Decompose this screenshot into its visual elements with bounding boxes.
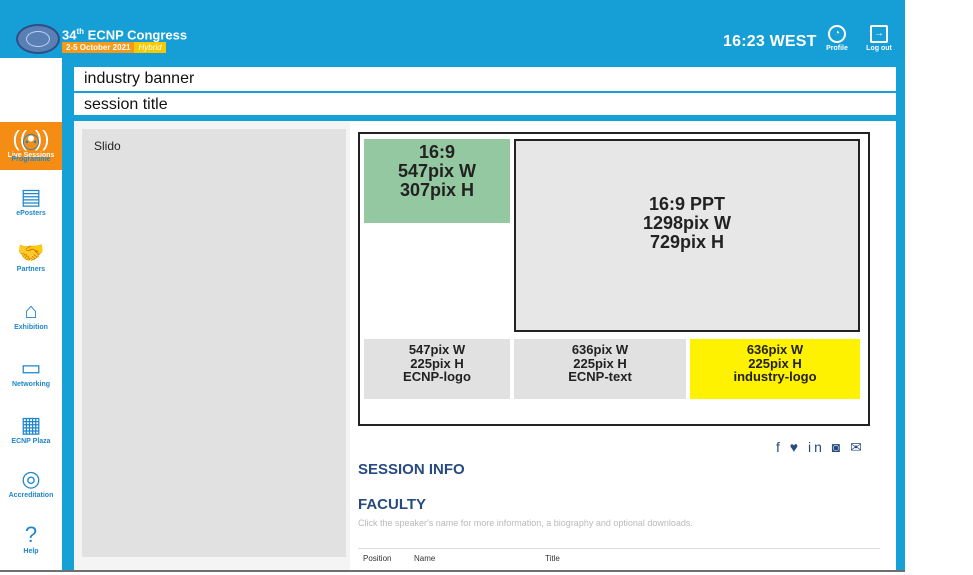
congress-suffix: th [76,27,85,36]
industry-banner-text: industry banner [84,70,195,87]
linkedin-icon[interactable]: in [808,439,825,455]
ecnp-text-width: 636pix W [571,342,629,357]
social-links: f ♥ in ◙ ✉ [776,439,865,456]
sidebar-item-ecnp-plaza[interactable]: ▦ ECNP Plaza [0,408,62,462]
sidebar-label-exhibition: Exhibition [14,324,48,331]
header-name: Name [414,554,436,563]
accreditation-icon: ◎ [21,466,41,491]
ecnp-plaza-icon: ▦ [20,412,42,437]
left-sidebar: ((•)) Live Sessions ⚇ Programme ▤ ePoste… [0,58,62,570]
faculty-heading: FACULTY [358,496,427,513]
industry-logo-width: 636pix W [746,342,804,357]
top-navigation: 34th ECNP Congress 2-5 October 2021 Hybr… [0,0,905,58]
profile-icon: ◔ [828,25,846,43]
bottom-border [0,570,905,572]
networking-icon: ▭ [20,355,42,380]
sidebar-item-eposters[interactable]: ▤ ePosters [0,180,62,234]
sidebar-item-networking[interactable]: ▭ Networking [0,351,62,405]
ecnp-logo-label: ECNP-logo [403,369,471,385]
instagram-icon[interactable]: ◙ [832,439,843,455]
profile-label: Profile [826,45,848,52]
sidebar-label-programme: Programme [11,156,51,163]
ppt-height: 729pix H [649,231,725,252]
layout-diagram: 16:9 547pix W 307pix H 16:9 PPT 1298pix … [358,132,870,426]
ecnp-logo-height: 225pix H [410,355,464,371]
congress-number: 34 [62,27,77,43]
sidebar-label-networking: Networking [11,381,51,388]
congress-name: ECNP Congress [84,27,188,43]
presentation-panel: 16:9 547pix W 307pix H 16:9 PPT 1298pix … [350,121,896,570]
speaker-video-width: 547pix W [397,160,477,181]
industry-logo-placeholder: 636pix W 225pix H industry-logo [690,339,860,399]
sidebar-label-help: Help [23,548,39,555]
speaker-video-placeholder: 16:9 547pix W 307pix H [364,139,510,223]
eposters-icon: ▤ [20,184,42,209]
header-title: Title [545,554,560,563]
ecnp-logo-width: 547pix W [408,342,466,357]
congress-date: 2-5 October 2021 [62,42,135,53]
speaker-video-ratio: 16:9 [418,142,456,162]
sidebar-item-accreditation[interactable]: ◎ Accreditation [0,462,62,516]
partners-icon: 🤝 [17,240,45,265]
sidebar-label-accreditation: Accreditation [8,492,54,499]
sidebar-label-partners: Partners [16,266,46,273]
slido-panel[interactable]: Slido [82,129,346,557]
faculty-subtitle: Click the speaker's name for more inform… [358,518,693,528]
ppt-ratio: 16:9 PPT [648,194,726,214]
ppt-placeholder: 16:9 PPT 1298pix W 729pix H [514,139,860,332]
congress-title: 34th ECNP Congress [62,27,187,42]
main-content: Slido 16:9 547pix W 307pix H 16:9 PPT 12… [74,121,896,570]
sidebar-label-eposters: ePosters [16,210,46,217]
brain-logo-icon [16,24,60,54]
current-time: 16:23 WEST [723,33,817,50]
hybrid-badge: Hybrid [134,42,166,53]
industry-logo-label: industry-logo [733,369,817,385]
slido-label: Slido [94,139,121,153]
logout-icon: → [870,25,888,43]
app-frame: 34th ECNP Congress 2-5 October 2021 Hybr… [0,0,905,570]
sidebar-item-exhibition[interactable]: ⌂ Exhibition [0,294,62,348]
session-title-text: session title [84,96,168,113]
session-info-heading: SESSION INFO [358,461,465,478]
programme-icon: ⚇ [21,130,41,155]
ecnp-text-placeholder: 636pix W 225pix H ECNP-text [514,339,686,399]
facebook-icon[interactable]: f [776,439,783,455]
profile-button[interactable]: ◔ Profile [819,25,855,52]
industry-logo-height: 225pix H [748,355,802,371]
email-icon[interactable]: ✉ [850,439,865,455]
sidebar-item-partners[interactable]: 🤝 Partners [0,236,62,290]
sidebar-label-ecnp-plaza: ECNP Plaza [11,438,51,445]
ecnp-text-label: ECNP-text [568,369,632,385]
speaker-video-height: 307pix H [399,179,475,200]
date-badges: 2-5 October 2021 Hybrid [62,42,166,53]
header-position: Position [363,554,392,563]
sidebar-item-help[interactable]: ? Help [0,518,62,570]
ecnp-text-height: 225pix H [573,355,627,371]
ppt-width: 1298pix W [642,212,732,233]
session-title-bar: session title [74,93,896,117]
sidebar-item-programme[interactable]: ⚇ Programme [0,126,62,180]
twitter-icon[interactable]: ♥ [790,439,801,455]
ecnp-logo-placeholder: 547pix W 225pix H ECNP-logo [364,339,510,399]
faculty-table-header: Position Name Title [358,548,880,570]
exhibition-icon: ⌂ [24,298,38,323]
industry-banner: industry banner [74,67,896,93]
help-icon: ? [24,522,38,547]
logout-label: Log out [866,45,892,52]
logout-button[interactable]: → Log out [861,25,897,52]
